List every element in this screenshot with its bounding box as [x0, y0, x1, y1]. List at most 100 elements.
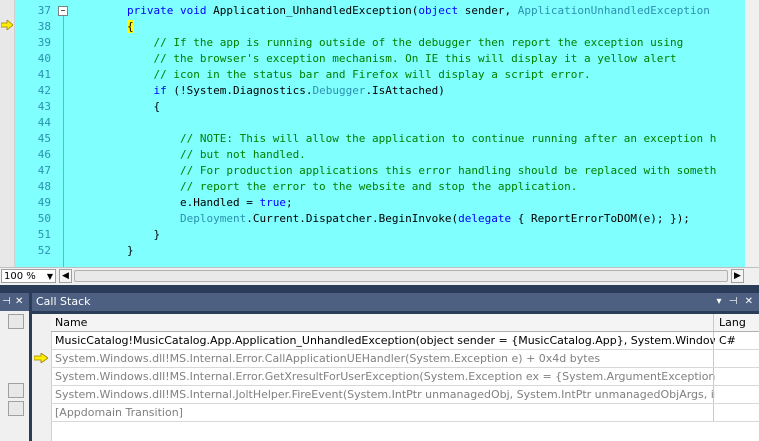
left-tool-window-content: [0, 311, 29, 441]
editor-horizontal-bar: 100 % ▼ ◀ ▶: [0, 267, 759, 285]
code-lines: 37 private void Application_UnhandledExce…: [14, 3, 745, 259]
left-tool-window: ⊣ ✕: [0, 293, 29, 441]
line-number: 42: [37, 84, 51, 97]
code-token: { ReportErrorToDOM(e); });: [511, 212, 690, 225]
table-row[interactable]: System.Windows.dll!MS.Internal.Error.Cal…: [51, 350, 759, 368]
line-number: 45: [37, 132, 51, 145]
table-row[interactable]: System.Windows.dll!MS.Internal.JoltHelpe…: [51, 386, 759, 404]
panel-scroll-button[interactable]: [8, 314, 24, 329]
table-row[interactable]: MusicCatalog!MusicCatalog.App.Applicatio…: [51, 332, 759, 350]
code-line[interactable]: 44: [14, 115, 745, 131]
code-text: // icon in the status bar and Firefox wi…: [127, 67, 590, 83]
breakpoint-gutter[interactable]: [0, 0, 15, 267]
zoom-dropdown[interactable]: 100 % ▼: [1, 269, 56, 283]
code-token: object: [418, 4, 459, 17]
code-line[interactable]: 38 {: [14, 19, 745, 35]
line-number: 46: [37, 148, 51, 161]
current-frame-arrow-icon: [34, 353, 48, 363]
code-token: (!System.Diagnostics.: [166, 84, 313, 97]
line-number: 49: [37, 196, 51, 209]
code-token: .Current.Dispatcher.BeginInvoke(: [246, 212, 459, 225]
line-number: 37: [37, 4, 51, 17]
column-header-language[interactable]: Lang: [716, 314, 759, 331]
code-text: {: [127, 19, 134, 35]
column-divider: [713, 386, 714, 403]
frame-name: [Appdomain Transition]: [55, 406, 183, 419]
code-token: Debugger: [312, 84, 366, 97]
code-token: true: [259, 196, 286, 209]
window-controls-icon[interactable]: ▾ ⊣ ✕: [717, 293, 755, 311]
panel-scroll-button[interactable]: [8, 401, 24, 416]
chevron-down-icon: ▼: [46, 272, 53, 281]
code-editor[interactable]: − 37 private void Application_UnhandledEx…: [0, 0, 759, 267]
code-text: e.Handled = true;: [127, 195, 293, 211]
pin-icon[interactable]: ⊣: [2, 293, 11, 311]
code-text: // report the error to the website and s…: [127, 179, 577, 195]
column-divider[interactable]: [713, 314, 714, 331]
code-token: ;: [285, 196, 293, 209]
close-icon[interactable]: ✕: [15, 293, 23, 311]
horizontal-scroll-thumb[interactable]: [74, 270, 728, 282]
column-divider: [713, 404, 714, 421]
code-token: e.Handled =: [127, 196, 260, 209]
scroll-right-button[interactable]: ▶: [731, 269, 744, 283]
code-token: // the browser's exception mechanism. On…: [127, 52, 677, 65]
line-number: 39: [37, 36, 51, 49]
code-text: Deployment.Current.Dispatcher.BeginInvok…: [127, 211, 690, 227]
code-line[interactable]: 47 // For production applications this e…: [14, 163, 745, 179]
panel-scroll-button[interactable]: [8, 383, 24, 398]
table-row[interactable]: [Appdomain Transition]: [51, 404, 759, 422]
panel-separator[interactable]: [0, 285, 759, 293]
table-header: Name Lang: [51, 314, 759, 332]
code-token: Deployment: [179, 212, 247, 225]
code-token: }: [127, 244, 134, 257]
code-text: }: [127, 243, 134, 259]
line-number: 40: [37, 52, 51, 65]
column-divider: [713, 350, 714, 367]
code-text: private void Application_UnhandledExcept…: [127, 3, 710, 19]
frame-name: System.Windows.dll!MS.Internal.JoltHelpe…: [55, 388, 715, 401]
code-token: ApplicationUnhandledException: [517, 4, 710, 17]
code-line[interactable]: 48 // report the error to the website an…: [14, 179, 745, 195]
line-number: 51: [37, 228, 51, 241]
code-line[interactable]: 52}: [14, 243, 745, 259]
code-token: private void: [127, 4, 214, 17]
call-stack-header: Call Stack ▾ ⊣ ✕: [32, 293, 759, 311]
scroll-left-button[interactable]: ◀: [59, 269, 72, 283]
code-line[interactable]: 39 // If the app is running outside of t…: [14, 35, 745, 51]
code-token: // NOTE: This will allow the application…: [127, 132, 717, 145]
call-stack-gutter: [32, 314, 52, 441]
line-number: 38: [37, 20, 51, 33]
code-line[interactable]: 50 Deployment.Current.Dispatcher.BeginIn…: [14, 211, 745, 227]
code-token: delegate: [458, 212, 512, 225]
line-number: 41: [37, 68, 51, 81]
code-token: .IsAttached): [365, 84, 445, 97]
code-token: // report the error to the website and s…: [127, 180, 578, 193]
code-token: // For production applications this erro…: [127, 164, 717, 177]
vertical-scrollbar[interactable]: [745, 0, 759, 267]
line-number: 50: [37, 212, 51, 225]
code-token: {: [127, 20, 134, 33]
frame-name: MusicCatalog!MusicCatalog.App.Applicatio…: [55, 334, 715, 347]
call-stack-rows: MusicCatalog!MusicCatalog.App.Applicatio…: [51, 332, 759, 422]
table-row[interactable]: System.Windows.dll!MS.Internal.Error.Get…: [51, 368, 759, 386]
code-text: // For production applications this erro…: [127, 163, 716, 179]
code-token: // but not handled.: [127, 148, 306, 161]
code-line[interactable]: 45 // NOTE: This will allow the applicat…: [14, 131, 745, 147]
call-stack-window: Call Stack ▾ ⊣ ✕ Name Lang MusicCatalog!…: [32, 293, 759, 441]
code-line[interactable]: 46 // but not handled.: [14, 147, 745, 163]
code-line[interactable]: 40 // the browser's exception mechanism.…: [14, 51, 745, 67]
column-header-name[interactable]: Name: [55, 314, 715, 331]
code-line[interactable]: 42 if (!System.Diagnostics.Debugger.IsAt…: [14, 83, 745, 99]
code-line[interactable]: 51 }: [14, 227, 745, 243]
code-line[interactable]: 37 private void Application_UnhandledExce…: [14, 3, 745, 19]
code-line[interactable]: 49 e.Handled = true;: [14, 195, 745, 211]
line-number: 43: [37, 100, 51, 113]
code-line[interactable]: 43 {: [14, 99, 745, 115]
code-line[interactable]: 41 // icon in the status bar and Firefox…: [14, 67, 745, 83]
left-tool-window-header: ⊣ ✕: [0, 293, 29, 311]
code-token: sender,: [458, 4, 518, 17]
frame-name: System.Windows.dll!MS.Internal.Error.Cal…: [55, 352, 601, 365]
call-stack-body: Name Lang MusicCatalog!MusicCatalog.App.…: [32, 314, 759, 441]
